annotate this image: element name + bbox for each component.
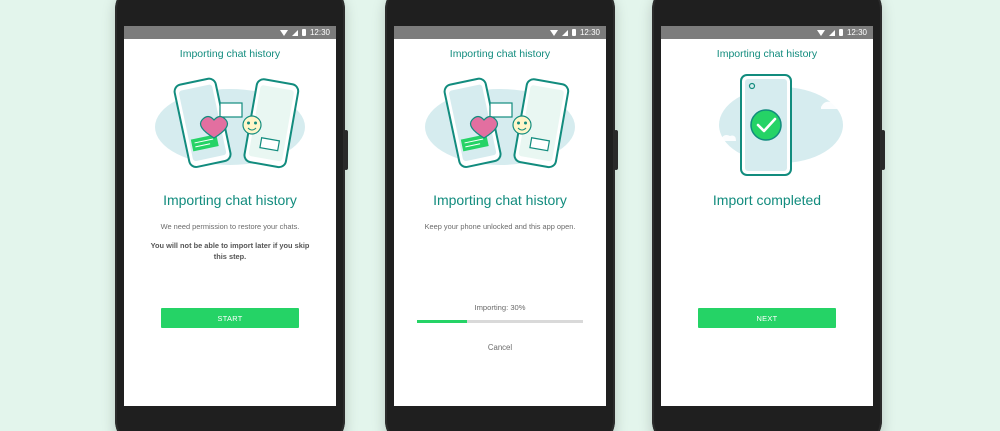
page-title: Import completed bbox=[712, 192, 822, 208]
status-time: 12:30 bbox=[579, 28, 600, 37]
chat-bubble-icon bbox=[489, 102, 513, 118]
status-time: 12:30 bbox=[309, 28, 330, 37]
app-header: Importing chat history bbox=[449, 48, 551, 60]
progress-text: Importing: 30% bbox=[474, 303, 526, 312]
cancel-button[interactable]: Cancel bbox=[394, 343, 606, 352]
emoji-icon bbox=[242, 115, 262, 135]
wifi-icon bbox=[279, 29, 288, 36]
status-time: 12:30 bbox=[846, 28, 867, 37]
phone-side-button bbox=[614, 130, 618, 170]
skip-warning: You will not be able to import later if … bbox=[150, 241, 310, 262]
phone-side-button bbox=[881, 130, 885, 170]
phone-3: 12:30 Importing chat history Import comp… bbox=[652, 0, 885, 431]
keep-unlocked-description: Keep your phone unlocked and this app op… bbox=[424, 222, 576, 231]
battery-icon bbox=[571, 29, 576, 36]
screen-completed: 12:30 Importing chat history Import comp… bbox=[661, 26, 873, 406]
signal-icon bbox=[561, 29, 568, 36]
wifi-icon bbox=[816, 29, 825, 36]
two-phones-illustration bbox=[124, 67, 336, 177]
progress-bar bbox=[417, 320, 583, 323]
progress-bar-fill bbox=[417, 320, 467, 323]
emoji-icon bbox=[512, 115, 532, 135]
page-title: Importing chat history bbox=[163, 192, 297, 208]
phone-side-button bbox=[344, 130, 348, 170]
screen-permission: 12:30 Importing chat history Importing c… bbox=[124, 26, 336, 406]
next-button[interactable]: NEXT bbox=[698, 308, 836, 328]
phone-1: 12:30 Importing chat history Importing c… bbox=[115, 0, 348, 431]
signal-icon bbox=[291, 29, 298, 36]
signal-icon bbox=[828, 29, 835, 36]
screen-importing: 12:30 Importing chat history Importing c… bbox=[394, 26, 606, 406]
page-title: Importing chat history bbox=[433, 192, 567, 208]
app-header: Importing chat history bbox=[179, 48, 281, 60]
two-phones-illustration bbox=[394, 67, 606, 177]
status-bar: 12:30 bbox=[661, 26, 873, 39]
chat-bubble-icon bbox=[219, 102, 243, 118]
start-button[interactable]: START bbox=[161, 308, 299, 328]
single-phone-illustration bbox=[661, 67, 873, 177]
status-bar: 12:30 bbox=[394, 26, 606, 39]
phone-2: 12:30 Importing chat history Importing c… bbox=[385, 0, 618, 431]
battery-icon bbox=[838, 29, 843, 36]
app-header: Importing chat history bbox=[716, 48, 818, 60]
permission-description: We need permission to restore your chats… bbox=[160, 222, 300, 231]
wifi-icon bbox=[549, 29, 558, 36]
battery-icon bbox=[301, 29, 306, 36]
checkmark-icon bbox=[750, 109, 782, 141]
status-bar: 12:30 bbox=[124, 26, 336, 39]
